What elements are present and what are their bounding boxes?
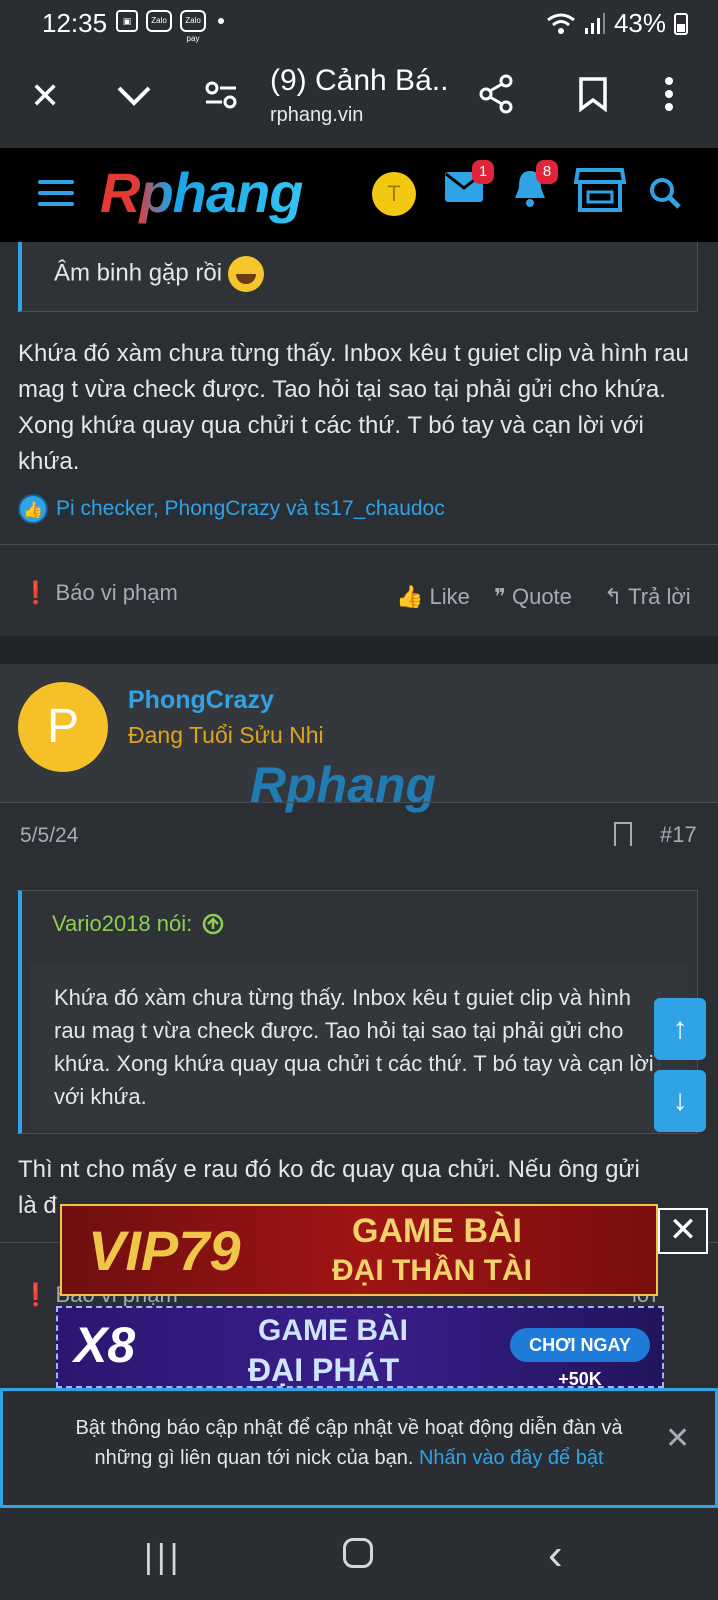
user-avatar[interactable]: T (372, 172, 416, 216)
report-button[interactable]: ❗ Báo vi phạm (22, 580, 178, 606)
alerts-button[interactable]: 8 (512, 160, 558, 218)
arrow-up-icon: ↑ (672, 1012, 688, 1045)
battery-icon (674, 12, 688, 35)
system-nav-bar: ||| ‹ (0, 1508, 718, 1600)
alert-icon: ❗ (22, 580, 50, 605)
author-avatar[interactable]: P (18, 682, 108, 772)
post-author-header: P PhongCrazy Đang Tuổi Sửu Nhi Rphang (0, 664, 718, 813)
post-separator (0, 636, 718, 664)
browser-toolbar: ✕ (9) Cảnh Bá... rphang.vin (0, 48, 718, 148)
recent-apps-icon[interactable]: ||| (144, 1538, 183, 1577)
quote-body: Khứa đó xàm chưa từng thấy. Inbox kêu t … (30, 963, 688, 1131)
go-to-quote-icon[interactable] (202, 913, 224, 935)
home-icon[interactable] (343, 1538, 373, 1568)
reply-button[interactable]: ↰ Trả lời (604, 584, 691, 610)
quote-author-label: Vario2018 nói: (52, 911, 193, 936)
quote-text: Âm binh gặp rồi (54, 256, 265, 292)
quote-label: Quote (511, 584, 572, 609)
ad-subheadline: ĐẠI PHÁT (248, 1352, 400, 1388)
close-notification-icon[interactable]: ✕ (665, 1421, 690, 1456)
zalo-icon: Zalo (146, 10, 172, 32)
ad-banner-x8[interactable]: X8 GAME BÀI ĐẠI PHÁT CHƠI NGAY +50K (56, 1306, 664, 1388)
back-icon[interactable]: ‹ (548, 1530, 563, 1580)
ad-headline: GAME BÀI (352, 1212, 522, 1250)
post-actions: ❗ Báo vi phạm 👍 Like ❞ Quote ↰ Trả lời (0, 552, 718, 638)
menu-icon[interactable] (38, 180, 74, 208)
store-icon[interactable] (574, 166, 626, 214)
close-tab-icon[interactable]: ✕ (30, 78, 60, 114)
push-notification-banner: Bật thông báo cập nhật để cập nhật về ho… (0, 1388, 718, 1508)
enable-notifications-link[interactable]: Nhấn vào đây để bật (419, 1447, 604, 1469)
site-settings-icon[interactable] (204, 80, 238, 110)
zalo-pay-icon: Zalo pay (180, 10, 206, 43)
ad-headline: GAME BÀI (258, 1314, 408, 1347)
alert-icon: ❗ (22, 1282, 50, 1307)
gallery-icon: ▣ (116, 10, 138, 32)
notification-icons: ▣ Zalo Zalo pay (116, 10, 224, 43)
scroll-down-button[interactable]: ↓ (654, 1070, 706, 1132)
reactions-bar[interactable]: 👍 Pi checker, PhongCrazy và ts17_chaudoc (18, 494, 445, 524)
bookmark-post-icon[interactable] (614, 822, 632, 846)
clock: 12:35 (42, 8, 108, 38)
post-date[interactable]: 5/5/24 (20, 824, 78, 848)
ad-brand: VIP79 (88, 1219, 241, 1282)
post-body: Khứa đó xàm chưa từng thấy. Inbox kêu t … (18, 340, 689, 475)
ad-subheadline: ĐẠI THẦN TÀI (332, 1254, 532, 1287)
thumb-up-icon: 👍 (396, 584, 424, 609)
bookmark-icon[interactable] (578, 76, 608, 112)
quote-block: Âm binh gặp rồi (18, 242, 698, 312)
ad-brand: X8 (74, 1317, 136, 1373)
site-header: Rphang T 1 8 (0, 148, 718, 242)
wifi-icon (547, 13, 575, 34)
like-label: Like (429, 584, 470, 609)
signal-icon (584, 12, 605, 34)
share-icon[interactable] (478, 74, 514, 114)
battery-percent: 43% (613, 8, 666, 38)
search-icon[interactable] (648, 176, 682, 210)
alerts-badge: 8 (536, 160, 558, 184)
arrow-down-icon: ↓ (672, 1084, 688, 1117)
close-icon: ✕ (668, 1211, 698, 1249)
site-logo[interactable]: Rphang (100, 160, 303, 225)
url-text[interactable]: rphang.vin (270, 104, 363, 127)
reactions-list[interactable]: Pi checker, PhongCrazy và ts17_chaudoc (56, 497, 445, 521)
more-vert-icon[interactable] (664, 76, 674, 112)
inbox-badge: 1 (472, 160, 494, 184)
post-meta: 5/5/24 #17 (0, 802, 718, 878)
author-title: Đang Tuổi Sửu Nhi (128, 722, 324, 748)
quote-block: Vario2018 nói: Khứa đó xàm chưa từng thấ… (18, 890, 698, 1134)
like-reaction-icon: 👍 (18, 494, 48, 524)
quote-icon: ❞ (494, 584, 506, 609)
notification-text: Bật thông báo cập nhật để cập nhật về ho… (59, 1413, 639, 1473)
divider (0, 544, 718, 545)
author-username[interactable]: PhongCrazy (128, 686, 274, 715)
quote-author[interactable]: Vario2018 nói: (52, 911, 224, 937)
reply-label: Trả lời (628, 584, 691, 609)
status-bar: 12:35 ▣ Zalo Zalo pay 43% (0, 0, 718, 48)
laughing-emoji-icon (228, 256, 265, 292)
post-number[interactable]: #17 (660, 822, 697, 848)
quote-button[interactable]: ❞ Quote (494, 584, 572, 610)
more-notifications-dot (218, 18, 224, 24)
tab-title: (9) Cảnh Bá... (270, 64, 450, 97)
ad-banner-vip79[interactable]: VIP79 GAME BÀI ĐẠI THẦN TÀI (60, 1204, 658, 1296)
report-label: Báo vi phạm (55, 580, 178, 605)
post-body-line: Thì nt cho mấy e rau đó ko đc quay qua c… (18, 1156, 640, 1183)
chevron-down-icon[interactable] (116, 84, 152, 108)
reply-icon: ↰ (604, 584, 623, 609)
inbox-button[interactable]: 1 (444, 160, 494, 213)
quote-text-label: Âm binh gặp rồi (54, 259, 223, 287)
close-ad-button[interactable]: ✕ (658, 1208, 708, 1254)
quote-text: Khứa đó xàm chưa từng thấy. Inbox kêu t … (54, 985, 654, 1109)
system-indicators: 43% (546, 8, 688, 39)
scroll-up-button[interactable]: ↑ (654, 998, 706, 1060)
like-button[interactable]: 👍 Like (396, 584, 470, 610)
ad-cta[interactable]: CHƠI NGAY +50K (510, 1328, 650, 1386)
